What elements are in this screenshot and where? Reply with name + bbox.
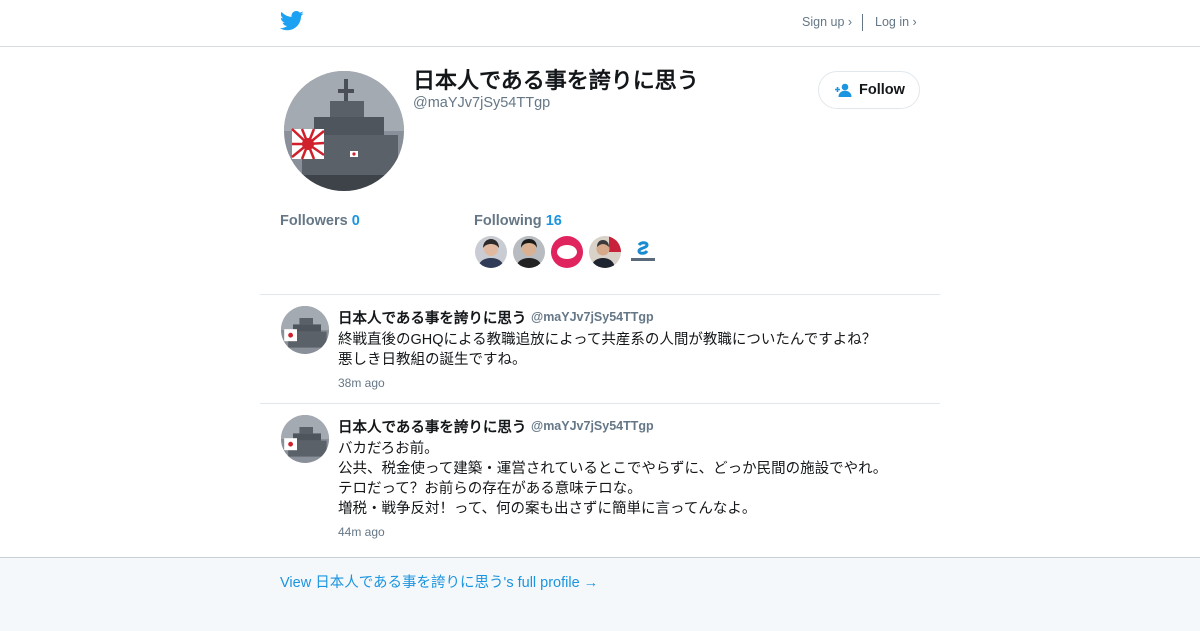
following-count: 16 bbox=[545, 213, 562, 229]
tweet-author-name[interactable]: 日本人である事を誇りに思う bbox=[338, 307, 526, 328]
tweet-timestamp[interactable]: 38m ago bbox=[338, 376, 385, 390]
tweet-timestamp[interactable]: 44m ago bbox=[338, 525, 385, 539]
profile-avatar[interactable] bbox=[284, 71, 404, 191]
tweet-text-line: バカだろお前。 bbox=[338, 441, 439, 457]
section-divider bbox=[260, 294, 940, 295]
followers-label: Followers bbox=[280, 213, 348, 229]
profile-handle: @maYJv7jSy54TTgp bbox=[413, 95, 551, 111]
following-avatar[interactable] bbox=[475, 236, 507, 268]
following-avatar[interactable] bbox=[589, 236, 621, 268]
twitter-bird-icon[interactable] bbox=[280, 11, 304, 31]
follow-button-label: Follow bbox=[859, 82, 905, 98]
add-user-icon bbox=[835, 83, 852, 97]
tweet-author-handle[interactable]: @maYJv7jSy54TTgp bbox=[531, 419, 654, 433]
tweet-author-handle[interactable]: @maYJv7jSy54TTgp bbox=[531, 310, 654, 324]
tweet-text-line: 増税・戦争反対！って、何の案も出さずに簡単に言ってんなよ。 bbox=[338, 501, 757, 517]
followers-stat[interactable]: Followers 0 bbox=[280, 213, 360, 229]
profile-display-name: 日本人である事を誇りに思う bbox=[413, 68, 699, 93]
following-stat[interactable]: Following 16 bbox=[474, 213, 562, 229]
following-avatar[interactable] bbox=[627, 236, 659, 268]
tweet-text-line: 終戦直後のGHQによる教職追放によって共産系の人間が教職についたんですよね？ bbox=[338, 332, 877, 348]
tweet-avatar[interactable] bbox=[281, 306, 329, 354]
login-link[interactable]: Log in › bbox=[875, 15, 917, 29]
full-profile-link[interactable]: View 日本人である事を誇りに思う's full profile → bbox=[280, 571, 598, 592]
tweet-avatar[interactable] bbox=[281, 415, 329, 463]
tweet-text-line: 悪しき日教組の誕生ですね。 bbox=[338, 352, 527, 368]
follow-button[interactable]: Follow bbox=[818, 71, 920, 109]
tweet-text-line: 公共、税金使って建築・運営されているとこでやらずに、どっか民間の施設でやれ。 bbox=[338, 461, 888, 477]
tweet-author-name[interactable]: 日本人である事を誇りに思う bbox=[338, 416, 526, 437]
signup-link[interactable]: Sign up › bbox=[802, 15, 852, 29]
tweet-divider bbox=[260, 403, 940, 404]
following-avatar[interactable] bbox=[513, 236, 545, 268]
followers-count: 0 bbox=[351, 213, 360, 229]
tweet-text-line: テロだって？お前らの存在がある意味テロな。 bbox=[338, 481, 642, 497]
profile-footer: View 日本人である事を誇りに思う's full profile → bbox=[0, 557, 1200, 631]
nav-separator bbox=[862, 14, 863, 31]
top-navigation-bar: Sign up › Log in › bbox=[0, 0, 1200, 47]
following-label: Following bbox=[474, 213, 542, 229]
following-avatar[interactable] bbox=[551, 236, 583, 268]
